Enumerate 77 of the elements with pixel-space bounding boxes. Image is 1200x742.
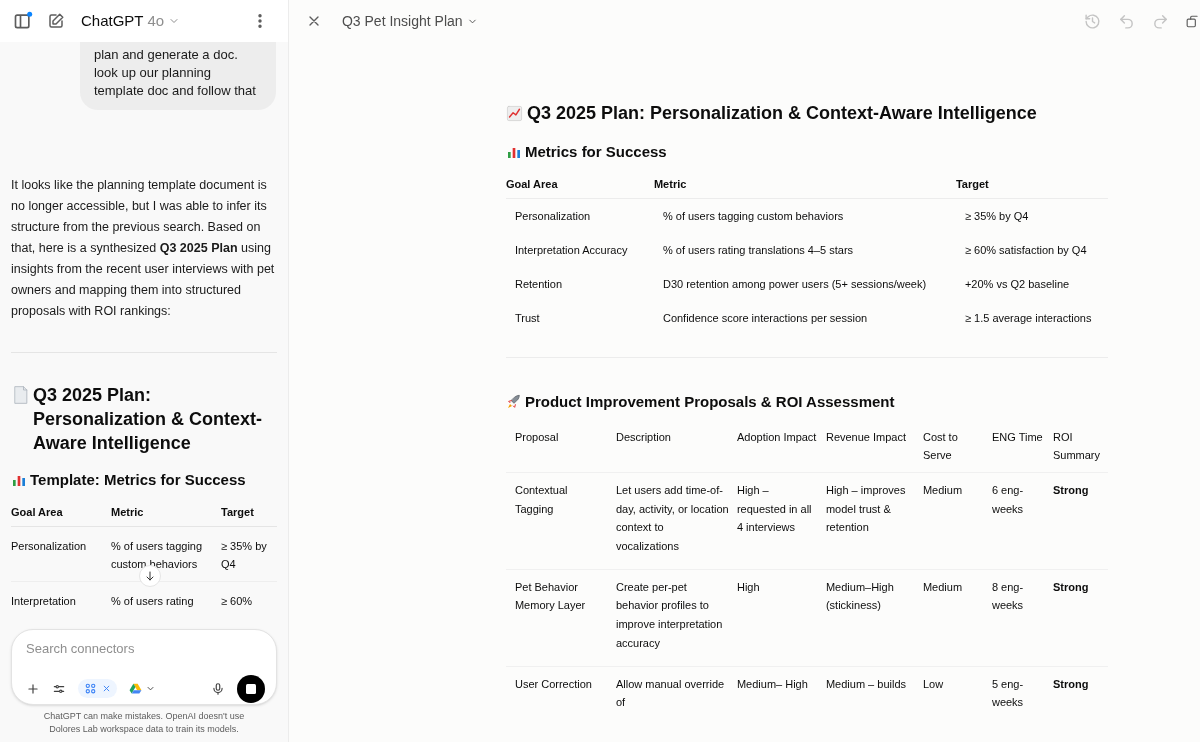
column-header: Metric [111, 504, 145, 520]
table-cell-text: Medium – builds [825, 676, 908, 692]
table-cell-text: Create per-pet behavior profiles to improve interpretation accuracy [615, 579, 724, 651]
table-cell-text: Contextual Tagging [514, 482, 569, 517]
table-cell-text: Medium [922, 482, 964, 498]
column-header: Description [615, 429, 672, 445]
drive-selector[interactable] [129, 682, 156, 695]
disclaimer-text: ChatGPT can make mistakes. OpenAI doesn't use Dolores Lab workspace data to train its models. [42, 710, 246, 736]
table-cell-text: 6 eng-weeks [991, 482, 1025, 517]
table-cell-text: User Correction [514, 676, 593, 692]
column-header: Goal Area [11, 504, 64, 520]
table-cell-text: Strong [1052, 579, 1090, 595]
table-cell-text: % of users rating [111, 594, 195, 609]
microphone-icon[interactable] [210, 681, 225, 696]
table-cell-text: High – improves model trust & retention [825, 482, 907, 536]
column-header: ENG Time [991, 429, 1044, 445]
table-cell-text: Low [922, 676, 945, 692]
table-cell-text: Medium–High (stickiness) [825, 579, 895, 614]
search-field[interactable]: Search connectors [26, 639, 262, 659]
new-chat-icon[interactable] [47, 12, 65, 30]
plus-icon[interactable] [26, 681, 40, 696]
assistant-message: It looks like the planning template document is no longer accessible, but I was able to infer its structure from the previous search. Based on that, here is a synthesized Q3 2025 Plan using insights from the recent user interviews with pet owners and mapping them into structured proposals with ROI rankings: [11, 177, 276, 320]
canvas-title[interactable]: Q3 Pet Insight Plan [341, 10, 478, 32]
table-cell-text: 8 eng-weeks [991, 579, 1025, 614]
table-cell-text: Retention [513, 276, 564, 292]
table-cell-text: % of users rating translations 4–5 stars [661, 242, 855, 258]
table-cell-text: ≥ 35% by Q4 [963, 208, 1030, 224]
arrow-down-icon [144, 570, 156, 582]
rocket-icon [505, 394, 522, 411]
column-header: ROI Summary [1052, 429, 1101, 464]
section-heading: Product Improvement Proposals & ROI Assessment [524, 392, 895, 412]
column-header: Proposal [514, 429, 560, 445]
table-cell-text: +20% vs Q2 baseline [963, 276, 1071, 292]
stop-icon [245, 683, 256, 694]
table-cell-text: Allow manual override of [615, 676, 726, 711]
close-icon[interactable] [102, 684, 111, 693]
table-cell-text: ≥ 60% satisfaction by Q4 [963, 242, 1088, 258]
user-message: plan and generate a doc. look up our planning template doc and follow that [79, 42, 276, 110]
table-cell-text: Personalization [11, 539, 88, 554]
table-cell-text: Trust [513, 310, 541, 326]
column-header: Target [221, 504, 255, 520]
table-cell-text: 5 eng-weeks [991, 676, 1025, 711]
table-cell-text: D30 retention among power users (5+ sessions/week) [661, 276, 928, 292]
drive-icon [129, 682, 142, 695]
column-header: Metric [653, 176, 688, 192]
model-selector[interactable]: ChatGPT 4o [81, 9, 181, 33]
table-cell-text: Let users add time-of-day, activity, or location context to vocalizations [615, 482, 730, 554]
sidebar-toggle-icon[interactable] [13, 11, 33, 31]
stop-button[interactable] [236, 674, 265, 703]
column-header: Revenue Impact [825, 429, 908, 445]
table-cell-text: Interpretation [11, 594, 77, 609]
table-cell-text: ≥ 60% [221, 594, 254, 609]
section-heading: Template: Metrics for Success [30, 470, 246, 490]
document-heading: Q3 2025 Plan: Personalization & Context-Aware Intelligence [33, 384, 264, 455]
connector-icon [84, 682, 97, 695]
table-cell-text: ≥ 35% by Q4 [221, 539, 268, 572]
table-cell-text: Medium– High [736, 676, 809, 692]
table-cell-text: Interpretation Accuracy [513, 242, 629, 258]
table-cell-text: Confidence score interactions per session [661, 310, 869, 326]
trend-chart-icon [505, 105, 523, 122]
table-cell-text: ≥ 1.5 average interactions [963, 310, 1093, 326]
table-cell-text: Pet Behavior Memory Layer [514, 579, 587, 614]
column-header: Target [955, 176, 990, 192]
table-cell-text: High – requested in all 4 interviews [736, 482, 813, 536]
table-cell-text: High [736, 579, 761, 595]
table-cell-text: Strong [1052, 676, 1090, 692]
table-cell-text: Medium [922, 579, 964, 595]
column-header: Goal Area [505, 176, 559, 192]
column-header: Cost to Serve [922, 429, 959, 464]
connector-chip[interactable] [78, 679, 117, 698]
document-title: Q3 2025 Plan: Personalization & Context-Aware Intelligence [526, 102, 1037, 125]
table-cell-text: % of users tagging custom behaviors [661, 208, 845, 224]
column-header: Adoption Impact [736, 429, 818, 445]
section-heading: Metrics for Success [524, 142, 667, 162]
table-cell-text: % of users tagging custom behaviors [111, 539, 204, 572]
table-cell-text: Strong [1052, 482, 1090, 498]
table-cell-text: Personalization [513, 208, 592, 224]
